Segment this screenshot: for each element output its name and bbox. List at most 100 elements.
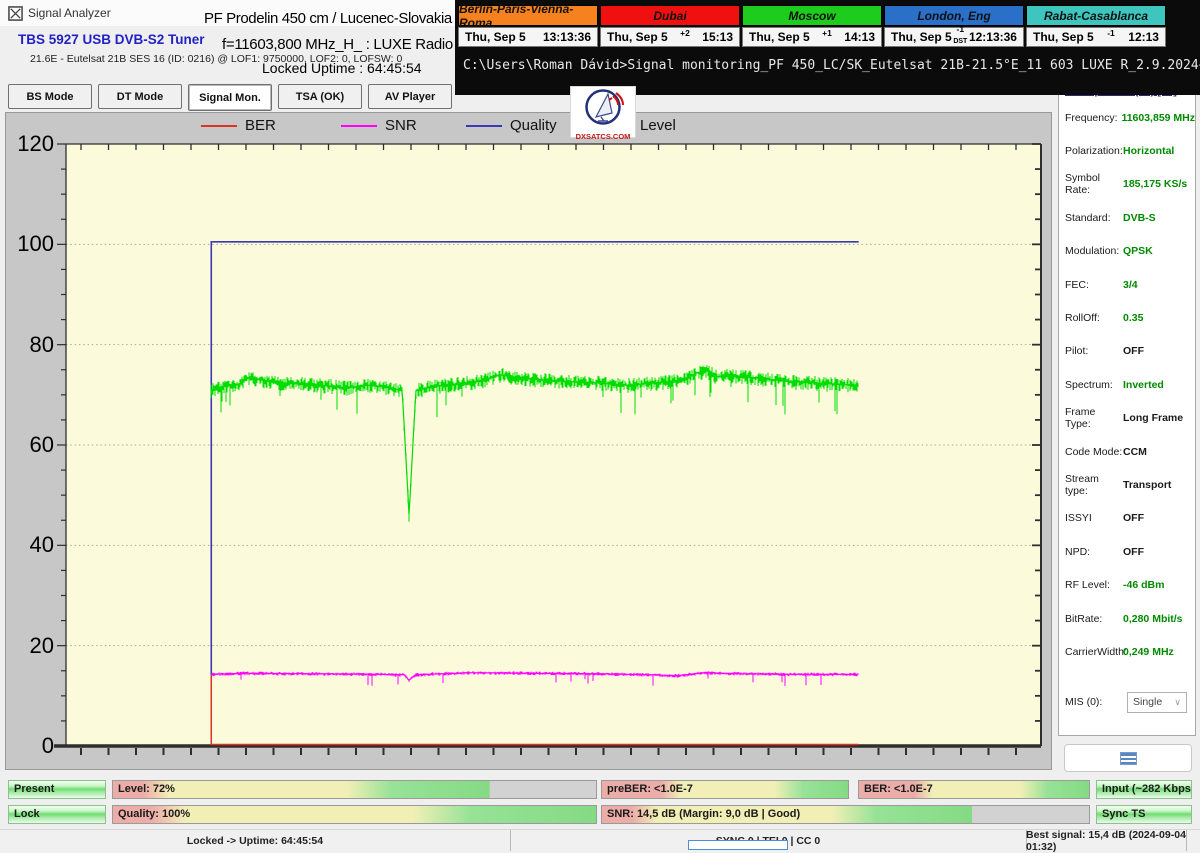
clock-city-3: London, Eng bbox=[884, 5, 1024, 26]
param-value: DVB-S bbox=[1123, 211, 1156, 224]
tuner-name: TBS 5927 USB DVB-S2 Tuner bbox=[18, 32, 205, 47]
antenna-location-label: PF Prodelin 450 cm / Lucenec-Slovakia bbox=[204, 10, 452, 27]
clock-value-4: Thu, Sep 5 -1 12:13 bbox=[1026, 27, 1166, 47]
param-label: CarrierWidth: bbox=[1065, 645, 1127, 658]
param-row: Polarization: Horizontal bbox=[1059, 134, 1195, 167]
console-prompt-line: C:\Users\Roman Dávid>Signal monitoring_P… bbox=[463, 58, 1200, 73]
window-title: Signal Analyzer bbox=[28, 6, 111, 20]
param-row: Spectrum: Inverted bbox=[1059, 368, 1195, 401]
param-label: RollOff: bbox=[1065, 312, 1100, 325]
statusbar-uptime: Locked -> Uptime: 64:45:54 bbox=[0, 830, 511, 851]
level-bar: Level: 72% bbox=[112, 780, 597, 799]
frequency-service-label: f=11603,800 MHz_H_ : LUXE Radio bbox=[222, 36, 453, 53]
tab-bs-mode[interactable]: BS Mode bbox=[8, 84, 92, 109]
chevron-down-icon: ∨ bbox=[1174, 696, 1181, 707]
param-row: Frequency: 11603,859 MHz bbox=[1059, 101, 1195, 134]
console-overlay: Berlin-Paris-Vienna-Roma Dubai Moscow Londo… bbox=[455, 0, 1200, 95]
clock-value-2: Thu, Sep 5 +1 14:13 bbox=[742, 27, 882, 47]
param-label: FEC: bbox=[1065, 278, 1089, 291]
param-label: BitRate: bbox=[1065, 612, 1103, 625]
clock-value-3: Thu, Sep 5 -1 DST 12:13:36 bbox=[884, 25, 1024, 47]
satellite-dish-icon bbox=[585, 89, 624, 125]
param-value: -46 dBm bbox=[1123, 579, 1165, 592]
param-value: 11603,859 MHz bbox=[1121, 111, 1195, 124]
mis-value: Single bbox=[1133, 696, 1163, 708]
input-indicator: Input (~282 Kbps) bbox=[1096, 780, 1192, 799]
param-row: ISSYI OFF bbox=[1059, 502, 1195, 535]
param-row: Stream type: Transport bbox=[1059, 468, 1195, 501]
save-list-icon bbox=[1119, 751, 1137, 765]
locked-uptime-label: Locked Uptime : 64:45:54 bbox=[262, 60, 422, 76]
panel-footer-button[interactable] bbox=[1064, 744, 1192, 772]
param-value: 0,280 Mbit/s bbox=[1123, 612, 1183, 625]
param-row: Symbol Rate: 185,175 KS/s bbox=[1059, 168, 1195, 201]
param-label: Modulation: bbox=[1065, 245, 1120, 258]
param-row: RF Level: -46 dBm bbox=[1059, 568, 1195, 601]
background-window-peek bbox=[688, 840, 788, 850]
statusbar: Locked -> Uptime: 64:45:54 SYNC 0 | TEI … bbox=[0, 828, 1200, 853]
param-label: Spectrum: bbox=[1065, 378, 1113, 391]
tab-tsa[interactable]: TSA (OK) bbox=[278, 84, 362, 109]
param-value: Horizontal bbox=[1123, 145, 1175, 158]
tab-av-player[interactable]: AV Player bbox=[368, 84, 452, 109]
param-row: Code Mode: CCM bbox=[1059, 435, 1195, 468]
param-row: RollOff: 0.35 bbox=[1059, 301, 1195, 334]
parameter-rows: Frequency: 11603,859 MHz Polarization: Hori… bbox=[1059, 101, 1195, 669]
param-row: Standard: DVB-S bbox=[1059, 201, 1195, 234]
param-label: Stream type: bbox=[1065, 472, 1099, 497]
param-label: Pilot: bbox=[1065, 345, 1089, 358]
param-value: OFF bbox=[1123, 545, 1144, 558]
chart-plot bbox=[6, 113, 1051, 774]
ber-bar: BER: <1.0E-7 bbox=[858, 780, 1090, 799]
param-label: NPD: bbox=[1065, 545, 1091, 558]
clock-city-0: Berlin-Paris-Vienna-Roma bbox=[458, 2, 598, 30]
param-label: ISSYI bbox=[1065, 512, 1092, 525]
param-row: CarrierWidth: 0,249 MHz bbox=[1059, 635, 1195, 668]
param-value: OFF bbox=[1123, 345, 1144, 358]
mis-row: MIS (0): Single ∨ bbox=[1059, 689, 1195, 715]
lock-indicator: Lock bbox=[8, 805, 106, 824]
param-row: Frame Type: Long Frame bbox=[1059, 402, 1195, 435]
dxsatcs-logo: DXSATCS.COM bbox=[570, 86, 636, 141]
param-value: QPSK bbox=[1123, 245, 1153, 258]
param-label: RF Level: bbox=[1065, 579, 1110, 592]
clock-value-1: Thu, Sep 5 +2 15:13 bbox=[600, 27, 740, 47]
param-row: Modulation: QPSK bbox=[1059, 235, 1195, 268]
logo-text: DXSATCS.COM bbox=[575, 132, 631, 141]
param-label: Standard: bbox=[1065, 211, 1111, 224]
quality-bar: Quality: 100% bbox=[112, 805, 597, 824]
param-label: Code Mode: bbox=[1065, 445, 1123, 458]
param-value: 0.35 bbox=[1123, 312, 1144, 325]
clock-value-0: Thu, Sep 5 13:13:36 bbox=[458, 27, 598, 47]
syncts-indicator: Sync TS bbox=[1096, 805, 1192, 824]
tab-dt-mode[interactable]: DT Mode bbox=[98, 84, 182, 109]
param-row: FEC: 3/4 bbox=[1059, 268, 1195, 301]
snr-bar: SNR: 14,5 dB (Margin: 9,0 dB | Good) bbox=[601, 805, 1090, 824]
param-label: Frequency: bbox=[1065, 111, 1118, 124]
param-value: Long Frame bbox=[1123, 412, 1184, 425]
statusbar-best-signal: Best signal: 15,4 dB (2024-09-04 01:32) bbox=[1026, 828, 1187, 853]
param-value: OFF bbox=[1123, 512, 1144, 525]
param-value: 185,175 KS/s bbox=[1123, 178, 1188, 191]
param-value: CCM bbox=[1123, 445, 1147, 458]
param-label: Symbol Rate: bbox=[1065, 172, 1101, 197]
tab-signal-mon[interactable]: Signal Mon. bbox=[188, 84, 272, 111]
param-row: NPD: OFF bbox=[1059, 535, 1195, 568]
mis-label: MIS (0): bbox=[1065, 696, 1103, 708]
clock-city-4: Rabat-Casablanca bbox=[1026, 5, 1166, 26]
clock-city-1: Dubai bbox=[600, 5, 740, 26]
transponder-panel: Transponder (40) [05] Frequency:11603,85… bbox=[1058, 82, 1196, 736]
param-label: Frame Type: bbox=[1065, 406, 1096, 431]
app-icon bbox=[8, 6, 23, 21]
param-row: BitRate: 0,280 Mbit/s bbox=[1059, 602, 1195, 635]
preber-bar: preBER: <1.0E-7 bbox=[601, 780, 849, 799]
present-indicator: Present bbox=[8, 780, 106, 799]
param-value: Transport bbox=[1123, 478, 1172, 491]
signal-chart: BER SNR Quality Level 120 100 80 60 40 20 0 bbox=[5, 112, 1052, 770]
param-value: 0,249 MHz bbox=[1123, 645, 1174, 658]
mis-dropdown[interactable]: Single ∨ bbox=[1127, 691, 1187, 713]
clock-time-row: Thu, Sep 5 13:13:36 Thu, Sep 5 +2 15:13 Thu, … bbox=[458, 25, 1166, 47]
param-value: 3/4 bbox=[1123, 278, 1138, 291]
param-label: Polarization: bbox=[1065, 145, 1123, 158]
param-value: Inverted bbox=[1123, 378, 1164, 391]
